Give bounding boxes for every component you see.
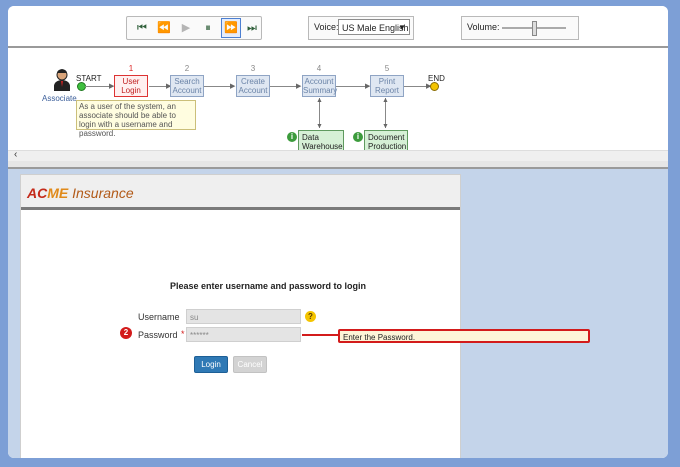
chevron-down-icon: ▼	[398, 23, 406, 32]
acme-login-page: ACME Insurance Please enter username and…	[20, 174, 461, 458]
password-field[interactable]: ******	[186, 327, 301, 342]
username-field[interactable]: su	[186, 309, 301, 324]
simulation-pane: ACME Insurance Please enter username and…	[8, 169, 668, 458]
player-toolbar: ⏮ ⏪ ▶ ⏸ ⏩ ⏭ Voice: US Male English ▼ Vol…	[8, 6, 668, 48]
playback-controls: ⏮ ⏪ ▶ ⏸ ⏩ ⏭	[126, 16, 262, 40]
pause-icon[interactable]: ⏸	[199, 19, 217, 37]
step-number: 2	[184, 64, 190, 73]
instruction-callout: Enter the Password.	[338, 329, 590, 343]
volume-label: Volume:	[467, 22, 500, 32]
username-label: Username	[138, 312, 180, 322]
skip-first-icon[interactable]: ⏮	[133, 19, 151, 37]
tutorial-window: ⏮ ⏪ ▶ ⏸ ⏩ ⏭ Voice: US Male English ▼ Vol…	[8, 6, 668, 458]
help-icon[interactable]: ?	[305, 311, 316, 322]
info-icon: i	[287, 132, 297, 142]
voice-selector: Voice: US Male English ▼	[308, 16, 414, 40]
step-tooltip: As a user of the system, an associate sh…	[76, 100, 196, 138]
end-node	[430, 82, 439, 91]
required-marker: *	[181, 329, 185, 339]
volume-control: Volume:	[461, 16, 579, 40]
arrow-right-icon: ▶	[296, 83, 302, 90]
app-header: ACME Insurance	[21, 175, 460, 210]
step-number: 5	[384, 64, 390, 73]
arrow-down-icon: ▼	[382, 123, 389, 130]
datastore-data-warehouse[interactable]: Data Warehouse	[298, 130, 344, 152]
step-number: 4	[316, 64, 322, 73]
volume-slider-thumb[interactable]	[532, 21, 537, 36]
fast-forward-icon[interactable]: ⏩	[221, 18, 241, 38]
callout-connector	[302, 334, 339, 336]
arrow-up-icon: ▲	[316, 97, 323, 104]
step-account-summary[interactable]: Account Summary	[302, 75, 337, 97]
password-label: Password	[138, 330, 178, 340]
actor-label: Associate	[42, 94, 77, 103]
pane-splitter[interactable]	[8, 161, 668, 169]
step-create-account[interactable]: Create Account	[236, 75, 270, 97]
play-icon[interactable]: ▶	[177, 19, 195, 37]
rewind-icon[interactable]: ⏪	[155, 19, 173, 37]
step-badge: 2	[120, 327, 132, 339]
voice-select[interactable]: US Male English ▼	[338, 19, 410, 35]
login-heading: Please enter username and password to lo…	[169, 281, 367, 291]
arrow-right-icon: ▶	[230, 83, 236, 90]
step-user-login[interactable]: User Login	[114, 75, 148, 97]
brand-logo: ACME Insurance	[27, 185, 134, 201]
user-icon	[54, 69, 70, 91]
info-icon: i	[353, 132, 363, 142]
login-button[interactable]: Login	[194, 356, 228, 373]
skip-last-icon[interactable]: ⏭	[243, 19, 261, 37]
cancel-button[interactable]: Cancel	[233, 356, 267, 373]
datastore-document-production[interactable]: Document Production	[364, 130, 408, 152]
voice-label: Voice:	[314, 22, 339, 32]
step-number: 1	[128, 64, 134, 73]
step-number: 3	[250, 64, 256, 73]
arrow-up-icon: ▲	[382, 97, 389, 104]
step-search-account[interactable]: Search Account	[170, 75, 204, 97]
scroll-left-icon[interactable]: ‹	[14, 149, 17, 160]
arrow-down-icon: ▼	[316, 123, 323, 130]
process-diagram: Associate START ▶ ▶ ▶ ▶ ▶ ▶ 1 User Login…	[8, 48, 668, 152]
horizontal-scrollbar[interactable]: ‹	[8, 149, 668, 161]
step-print-report[interactable]: Print Report	[370, 75, 404, 97]
